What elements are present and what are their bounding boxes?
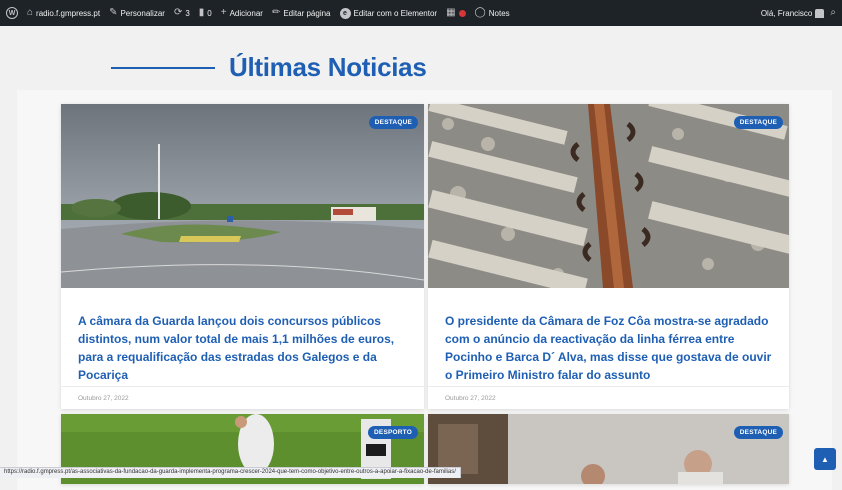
status-dot-icon bbox=[458, 9, 466, 17]
browser-status-url: https://radio.f.gmpress.pt/as-associativ… bbox=[0, 467, 461, 478]
seo-icon: ▦ bbox=[446, 7, 456, 18]
pencil-icon: ✏ bbox=[271, 7, 281, 18]
admin-bar: W ⌂ radio.f.gmpress.pt ✎ Personalizar ⟳ … bbox=[0, 0, 842, 26]
admin-customize-link[interactable]: ✎ Personalizar bbox=[109, 8, 165, 18]
post-card[interactable]: DESTAQUE bbox=[428, 414, 789, 484]
admin-comments-link[interactable]: ▮ 0 bbox=[199, 8, 212, 18]
admin-edit-page-link[interactable]: ✏ Editar página bbox=[272, 8, 331, 18]
heading-divider bbox=[111, 66, 215, 69]
home-icon: ⌂ bbox=[27, 7, 34, 18]
section-title: Últimas Noticias bbox=[229, 52, 427, 82]
admin-notes-link[interactable]: ◯ Notes bbox=[475, 8, 510, 18]
post-date: Outubro 27, 2022 bbox=[61, 386, 424, 409]
admin-account-link[interactable]: Olá, Francisco bbox=[761, 8, 825, 18]
brush-icon: ✎ bbox=[109, 7, 118, 18]
post-image-interview[interactable] bbox=[428, 414, 789, 484]
post-image-roundabout[interactable] bbox=[61, 104, 424, 288]
admin-site-link[interactable]: ⌂ radio.f.gmpress.pt bbox=[27, 8, 100, 18]
elementor-icon: e bbox=[339, 7, 351, 19]
search-icon[interactable]: ⌕ bbox=[830, 8, 836, 18]
scroll-to-top-button[interactable]: ▲ bbox=[814, 448, 836, 470]
post-image-railway[interactable] bbox=[428, 104, 789, 288]
avatar bbox=[815, 8, 825, 18]
post-headline[interactable]: O presidente da Câmara de Foz Côa mostra… bbox=[445, 312, 775, 384]
wordpress-logo-icon[interactable]: W bbox=[6, 7, 18, 19]
admin-edit-elementor-link[interactable]: e Editar com o Elementor bbox=[339, 7, 437, 19]
post-date: Outubro 27, 2022 bbox=[428, 386, 789, 409]
plus-icon: + bbox=[220, 7, 227, 18]
speech-bubble-icon: ◯ bbox=[474, 7, 486, 18]
chevron-up-icon: ▲ bbox=[821, 454, 829, 464]
post-category-badge[interactable]: DESPORTO bbox=[368, 426, 418, 439]
refresh-icon: ⟳ bbox=[173, 7, 183, 18]
post-card[interactable]: DESTAQUE O presidente da Câmara de Foz C… bbox=[428, 104, 789, 409]
admin-add-new-link[interactable]: + Adicionar bbox=[221, 8, 263, 18]
post-headline[interactable]: A câmara da Guarda lançou dois concursos… bbox=[78, 312, 410, 384]
post-category-badge[interactable]: DESTAQUE bbox=[368, 116, 418, 129]
section-heading: Últimas Noticias bbox=[111, 52, 427, 83]
admin-seo-link[interactable]: ▦ bbox=[446, 7, 466, 18]
admin-updates-link[interactable]: ⟳ 3 bbox=[174, 8, 190, 18]
post-category-badge[interactable]: DESTAQUE bbox=[733, 116, 783, 129]
post-category-badge[interactable]: DESTAQUE bbox=[733, 426, 783, 439]
comment-icon: ▮ bbox=[198, 7, 205, 18]
post-card[interactable]: DESTAQUE A câmara da Guarda lançou dois … bbox=[61, 104, 424, 409]
